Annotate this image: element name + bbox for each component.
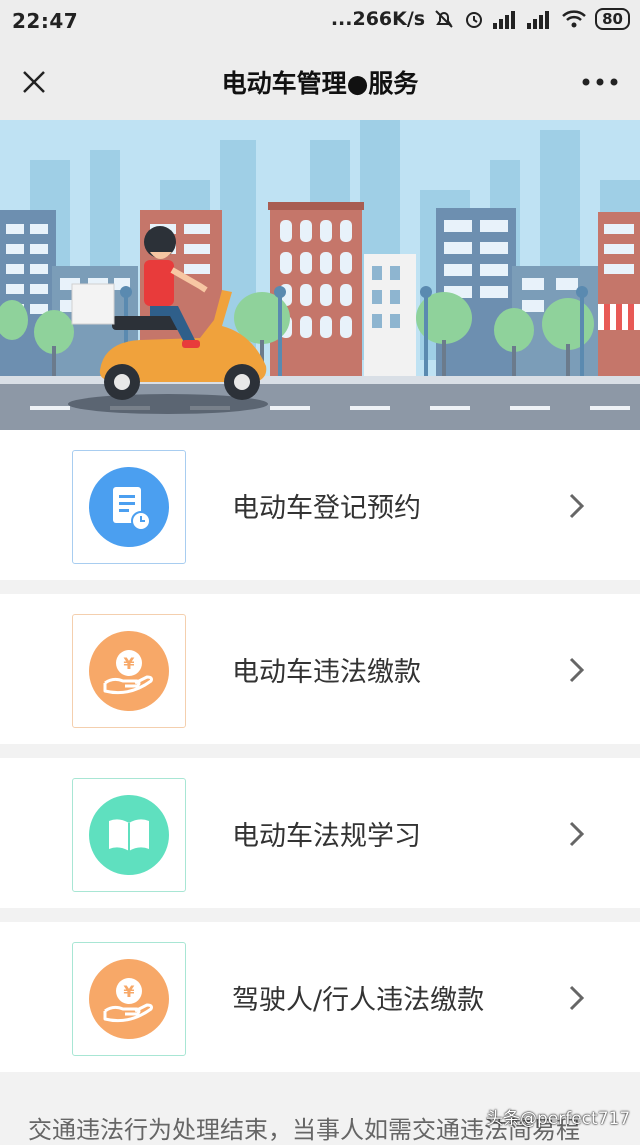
book-icon <box>89 795 169 875</box>
service-label: 驾驶人/行人违法缴款 <box>232 985 485 1016</box>
signal-icon <box>493 11 516 29</box>
nav-bar: 电动车管理●服务 <box>0 44 640 120</box>
service-card-driver-pedestrian-payment[interactable]: ¥ 驾驶人/行人违法缴款 <box>0 922 640 1072</box>
service-icon-frame <box>72 450 186 564</box>
service-card-regulation-study[interactable]: 电动车法规学习 <box>0 758 640 908</box>
yuan-hand-icon: ¥ <box>89 959 169 1039</box>
wifi-icon <box>562 10 586 28</box>
chevron-right-icon <box>569 493 585 519</box>
svg-text:¥: ¥ <box>123 982 134 1001</box>
chevron-right-icon <box>569 985 585 1011</box>
yuan-hand-icon: ¥ <box>89 631 169 711</box>
signal-icon-2 <box>527 11 550 29</box>
mute-bell-icon <box>435 10 453 28</box>
net-speed: ...266K/s <box>330 8 426 30</box>
svg-text:¥: ¥ <box>123 654 134 673</box>
status-icons: ...266K/s 80 <box>331 8 630 30</box>
banner-illustration <box>0 120 640 430</box>
service-icon-frame: ¥ <box>72 614 186 728</box>
service-icon-frame: ¥ <box>72 942 186 1056</box>
status-time: 22:47 <box>12 9 79 33</box>
alarm-icon <box>466 12 483 28</box>
battery-indicator: 80 <box>595 8 630 30</box>
chevron-right-icon <box>569 821 585 847</box>
service-label: 电动车违法缴款 <box>232 657 421 688</box>
service-label: 电动车法规学习 <box>232 821 421 852</box>
service-label: 电动车登记预约 <box>232 493 421 524</box>
service-card-registration[interactable]: 电动车登记预约 <box>0 430 640 580</box>
service-icon-frame <box>72 778 186 892</box>
more-icon[interactable] <box>578 66 622 98</box>
status-bar: 22:47 ...266K/s 80 <box>0 0 640 44</box>
watermark: 头条@perfect717 <box>486 1109 631 1129</box>
chevron-right-icon <box>569 657 585 683</box>
service-card-violation-payment[interactable]: ¥ 电动车违法缴款 <box>0 594 640 744</box>
document-clock-icon <box>89 467 169 547</box>
scooter-rider-city-illustration <box>0 120 640 430</box>
page-title: 电动车管理●服务 <box>221 69 419 98</box>
